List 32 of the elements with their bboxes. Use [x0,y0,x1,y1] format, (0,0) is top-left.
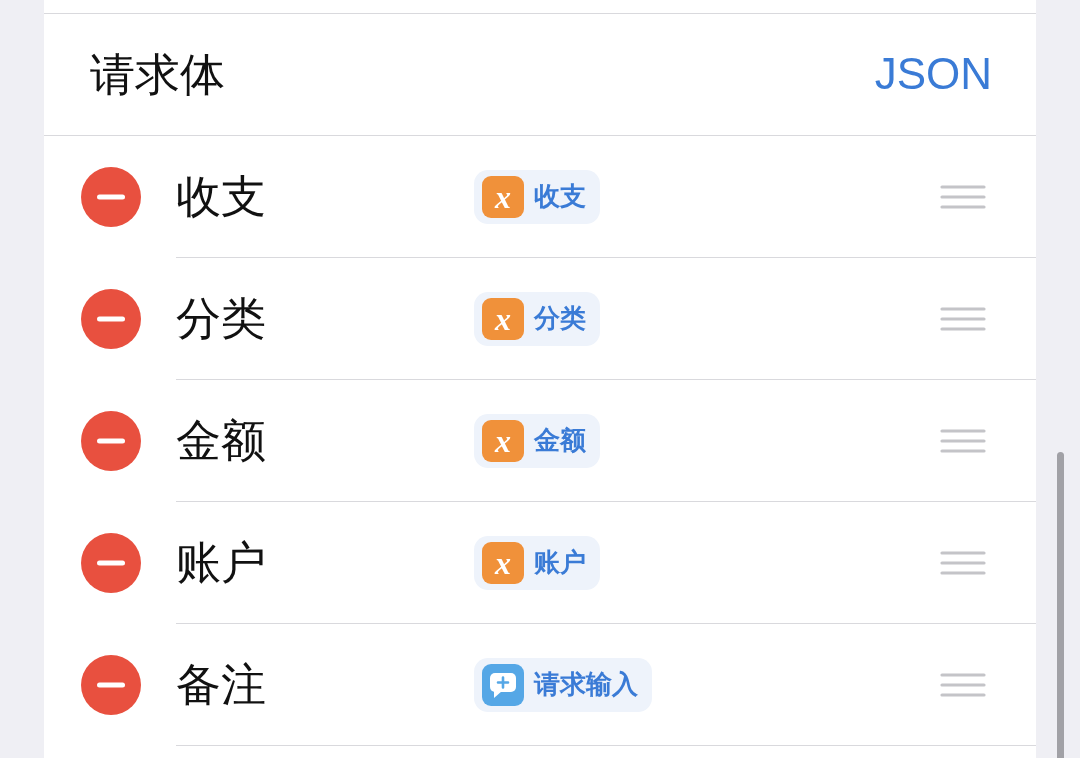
remove-button[interactable] [81,289,141,349]
variable-icon: x [482,297,524,340]
drag-handle-icon[interactable] [940,550,986,575]
ask-chip[interactable]: 请求输入 [474,657,652,712]
section-title: 请求体 [90,49,225,100]
field-name: 备注 [176,659,267,710]
remove-button[interactable] [81,533,141,593]
remove-button[interactable] [81,411,141,471]
field-name: 分类 [176,293,267,344]
field-name: 账户 [176,537,267,588]
drag-handle-icon[interactable] [940,428,986,453]
field-name: 金额 [176,415,267,466]
drag-handle-icon[interactable] [940,306,986,331]
variable-chip[interactable]: x 账户 [474,535,600,590]
drag-handle-icon[interactable] [940,672,986,697]
variable-chip[interactable]: x 分类 [474,291,600,346]
minus-circle-icon [81,533,141,593]
minus-circle-icon [81,411,141,471]
remove-button[interactable] [81,167,141,227]
format-button[interactable]: JSON [874,50,992,99]
variable-icon: x [482,175,524,218]
minus-circle-icon [81,167,141,227]
drag-handle-icon[interactable] [940,184,986,209]
variable-icon: x [482,541,524,584]
field-name: 收支 [176,171,267,222]
minus-circle-icon [81,655,141,715]
speech-bubble-plus-icon [482,663,524,706]
minus-circle-icon [81,289,141,349]
variable-chip[interactable]: x 收支 [474,169,600,224]
remove-button[interactable] [81,655,141,715]
variable-chip[interactable]: x 金额 [474,413,600,468]
variable-icon: x [482,419,524,462]
